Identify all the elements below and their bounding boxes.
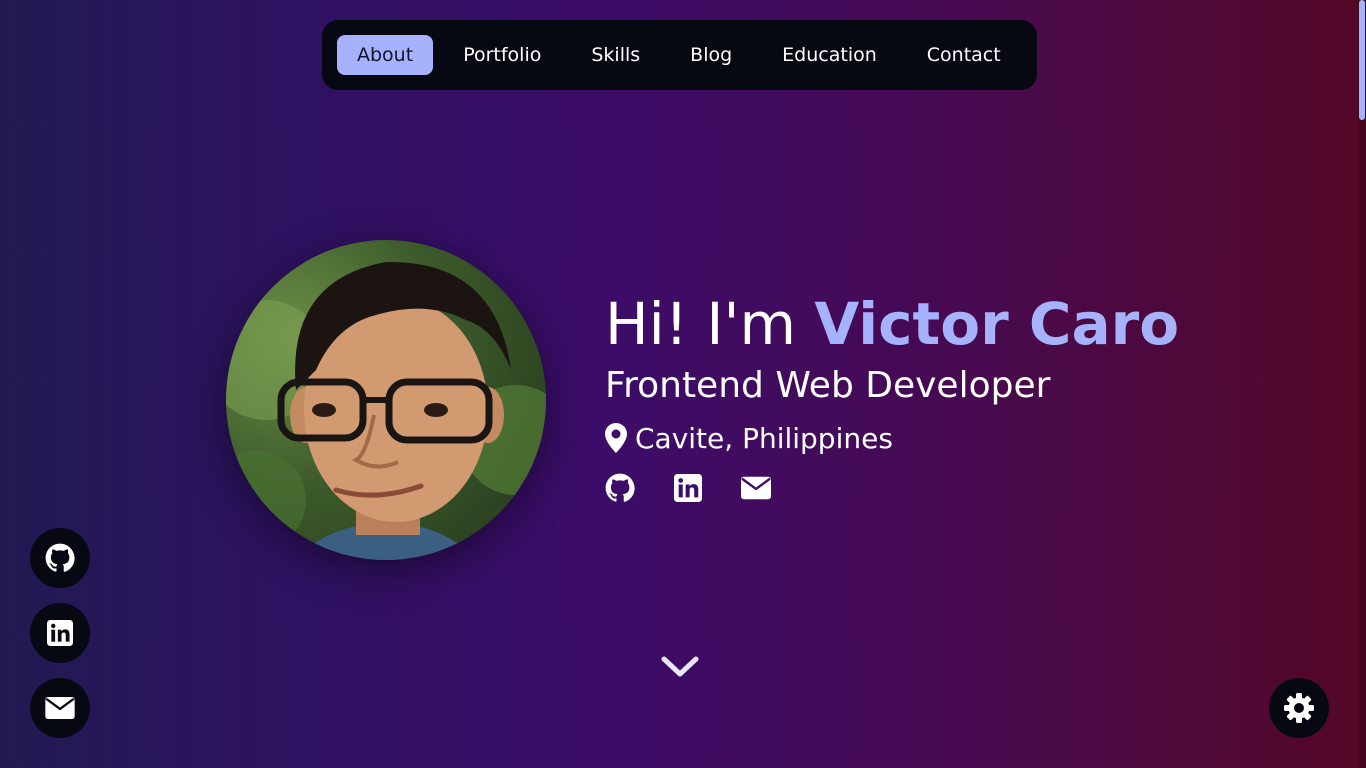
floating-email-button[interactable] [30, 678, 90, 738]
hero-social-links [605, 473, 771, 503]
page-scrollbar[interactable] [1358, 0, 1366, 768]
greeting-prefix: Hi! I'm [605, 290, 796, 358]
github-icon[interactable] [605, 473, 635, 503]
profile-photo [226, 240, 546, 560]
floating-github-button[interactable] [30, 528, 90, 588]
main-nav: About Portfolio Skills Blog Education Co… [322, 20, 1037, 90]
nav-item-skills[interactable]: Skills [571, 35, 660, 75]
gear-icon [1284, 693, 1314, 723]
floating-linkedin-button[interactable] [30, 603, 90, 663]
nav-item-portfolio[interactable]: Portfolio [443, 35, 561, 75]
hero-name: Victor Caro [814, 290, 1180, 358]
profile-photo-illustration [226, 261, 546, 560]
map-pin-icon [605, 423, 627, 453]
scroll-down-button[interactable] [659, 652, 701, 682]
linkedin-icon[interactable] [673, 473, 703, 503]
email-icon [45, 697, 75, 719]
nav-item-contact[interactable]: Contact [907, 35, 1021, 75]
hero-greeting: Hi! I'm Victor Caro [605, 288, 1179, 360]
github-icon [45, 543, 75, 572]
hero-role: Frontend Web Developer [605, 365, 1051, 406]
theme-toggle-button[interactable] [1269, 678, 1329, 738]
nav-item-blog[interactable]: Blog [670, 35, 752, 75]
email-icon[interactable] [741, 473, 771, 503]
location-text: Cavite, Philippines [635, 421, 893, 455]
linkedin-icon [47, 620, 73, 646]
nav-item-about[interactable]: About [337, 35, 434, 75]
scrollbar-thumb[interactable] [1359, 0, 1365, 120]
chevron-down-icon [661, 656, 699, 677]
hero-location: Cavite, Philippines [605, 420, 893, 456]
nav-item-education[interactable]: Education [762, 35, 897, 75]
